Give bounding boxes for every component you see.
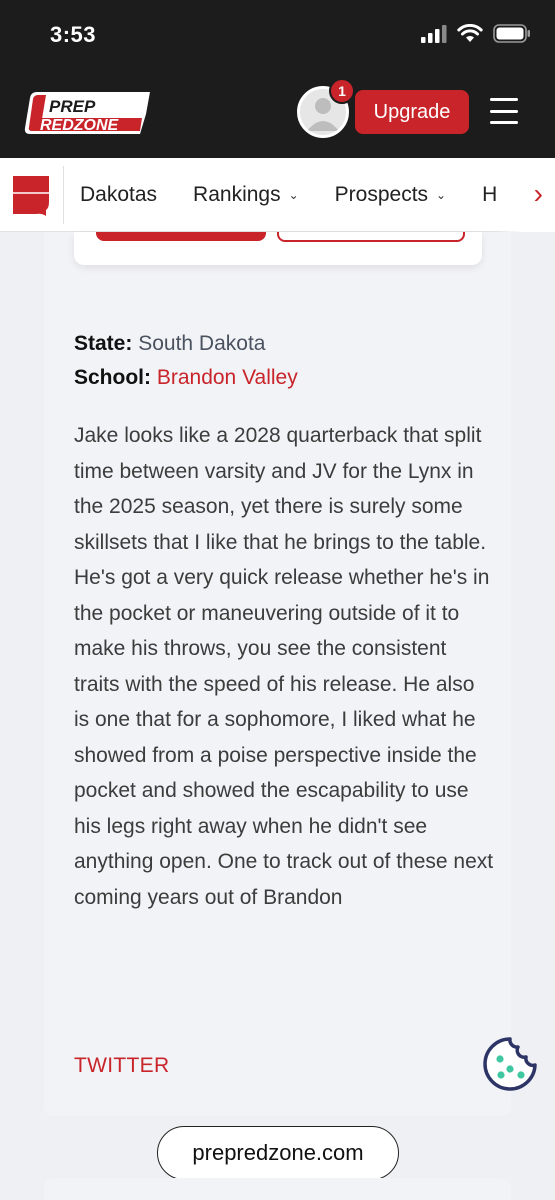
nav-item-prospects[interactable]: Prospects ⌄ [335,183,446,207]
next-card [44,1178,511,1200]
status-bar: 3:53 [0,0,555,70]
nav-item-label: Prospects [334,183,429,206]
article-card: State: South Dakota School: Brandon Vall… [44,232,511,1116]
status-icons [421,24,531,43]
secondary-action-button[interactable] [277,232,465,242]
primary-action-button[interactable] [96,232,266,241]
state-value: South Dakota [138,332,266,355]
player-meta: State: South Dakota School: Brandon Vall… [74,327,298,395]
nav-item-label: Rankings [193,183,281,206]
url-bar[interactable]: prepredzone.com [157,1126,399,1180]
chevron-down-icon: ⌄ [288,188,299,202]
school-link[interactable]: Brandon Valley [157,366,298,389]
scouting-report: Jake looks like a 2028 quarterback that … [74,424,494,909]
profile-action-card [74,232,482,265]
status-time: 3:53 [50,22,97,47]
wifi-icon [457,24,483,42]
upgrade-button[interactable]: Upgrade [355,90,469,134]
subnav-items: Dakotas Rankings ⌄ Prospects ⌄ H [80,158,533,232]
cookie-icon[interactable] [481,1035,539,1093]
battery-icon [493,24,530,43]
chevron-down-icon: ⌄ [436,188,447,202]
sub-navigation: Dakotas Rankings ⌄ Prospects ⌄ H › [0,158,555,232]
nav-item-rankings[interactable]: Rankings ⌄ [193,183,299,207]
nav-item-dakotas[interactable]: Dakotas [80,183,157,207]
subnav-fade [495,158,555,232]
notification-badge: 1 [329,78,355,104]
menu-icon[interactable] [490,98,518,124]
state-label: State: [74,332,133,355]
app-header: PREP REDZONE 1 Upgrade [0,70,555,158]
twitter-link[interactable]: TWITTER [74,1054,169,1078]
school-row: School: Brandon Valley [74,361,298,395]
logo-text-redzone: REDZONE [40,117,120,134]
chevron-right-icon[interactable]: › [534,178,543,210]
account-avatar[interactable]: 1 [297,78,355,138]
logo-text-prep: PREP [49,97,96,116]
prep-redzone-logo[interactable]: PREP REDZONE [22,90,152,136]
school-label: School: [74,366,151,389]
south-dakota-icon[interactable] [10,172,52,218]
signal-icon [421,24,447,43]
state-row: State: South Dakota [74,327,298,361]
nav-item-label: Dakotas [80,183,158,206]
subnav-divider [63,166,64,224]
